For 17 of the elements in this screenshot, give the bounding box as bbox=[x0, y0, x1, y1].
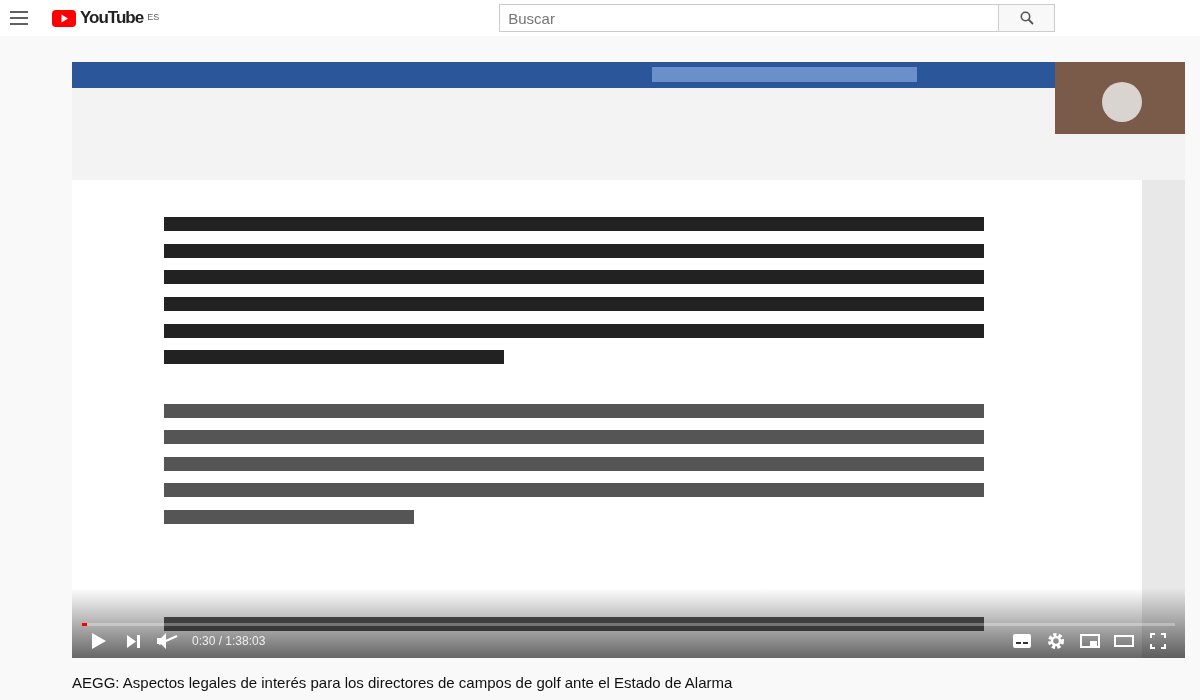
logo-text[interactable]: YouTube bbox=[80, 5, 144, 31]
play-icon bbox=[92, 633, 106, 649]
speaker-icon bbox=[156, 632, 178, 650]
theater-icon bbox=[1114, 635, 1134, 647]
search-button[interactable] bbox=[999, 4, 1056, 32]
search-field[interactable]: Buscar bbox=[499, 4, 1000, 32]
settings-icon bbox=[1047, 632, 1065, 650]
search-icon bbox=[1019, 11, 1034, 25]
fullscreen-icon bbox=[1150, 633, 1166, 649]
next-icon bbox=[126, 634, 140, 648]
video-title: AEGG: Aspectos legales de interés para los directores de campos de golf ante el Estado de Alarma bbox=[72, 673, 734, 693]
subtitles-icon bbox=[1013, 634, 1031, 648]
time-display: 0:30 / 1:38:03 bbox=[192, 633, 266, 650]
play-logo-icon bbox=[52, 9, 76, 27]
miniplayer-icon bbox=[1080, 634, 1100, 648]
menu-icon[interactable] bbox=[10, 11, 28, 25]
region-code: ES bbox=[147, 11, 160, 25]
